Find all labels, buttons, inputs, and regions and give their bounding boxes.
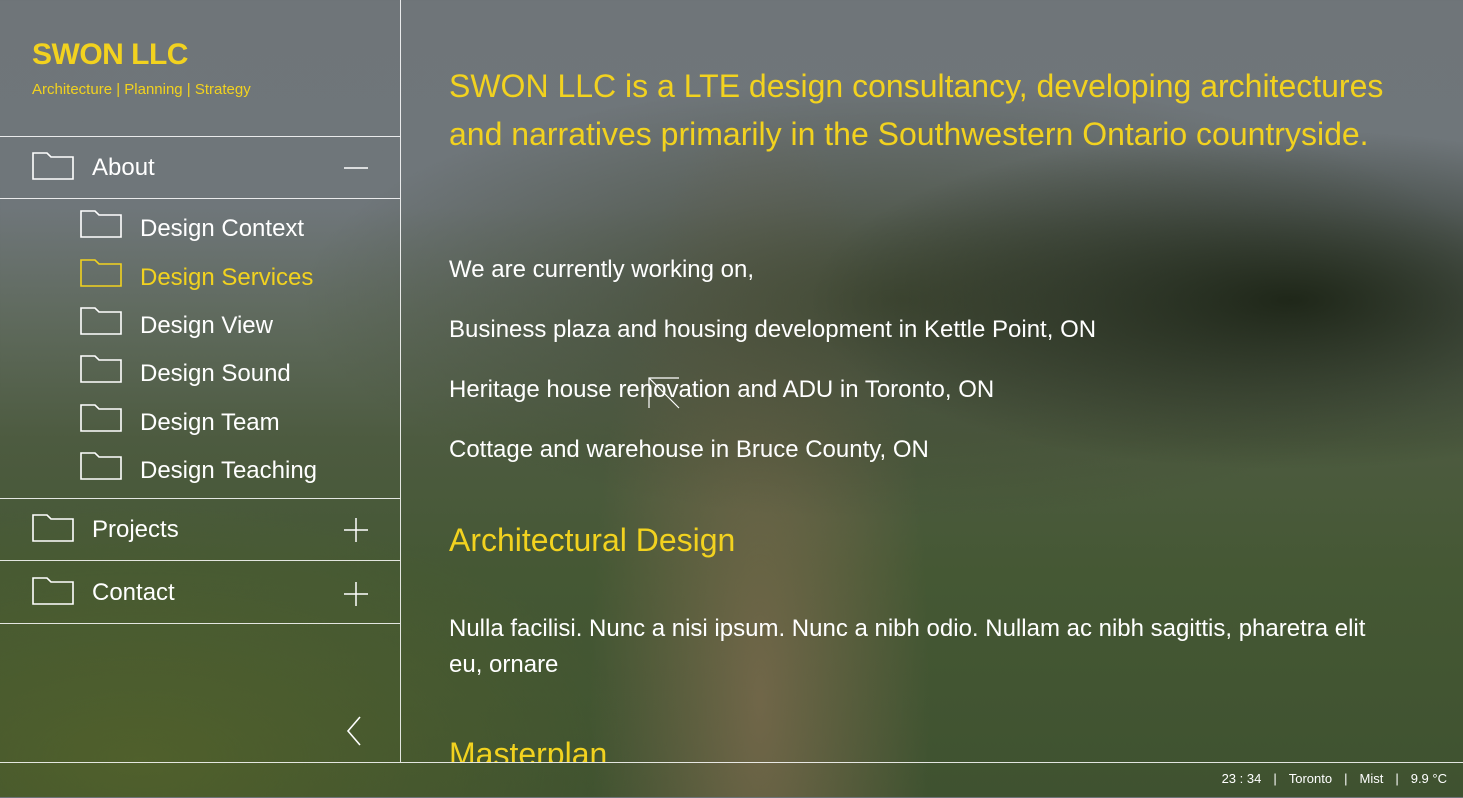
brand: SWON LLC Architecture | Planning | Strat… xyxy=(32,38,251,98)
folder-icon xyxy=(32,577,74,605)
status-info: 23 : 34 | Toronto | Mist | 9.9 °C xyxy=(1221,771,1447,786)
nav-item-design-context[interactable]: Design Context xyxy=(0,204,400,248)
nav-item-design-team[interactable]: Design Team xyxy=(0,398,400,442)
folder-icon xyxy=(80,259,122,287)
nav-item-label: Design Context xyxy=(140,215,305,242)
brand-title[interactable]: SWON LLC xyxy=(32,38,251,72)
nav-item-design-view[interactable]: Design View xyxy=(0,301,400,345)
main-content: SWON LLC is a LTE design consultancy, de… xyxy=(449,0,1409,762)
nav-contact-label: Contact xyxy=(92,579,175,606)
working-on-label: We are currently working on, xyxy=(449,256,755,283)
folder-icon xyxy=(32,152,74,180)
sidebar: SWON LLC Architecture | Planning | Strat… xyxy=(0,0,401,762)
folder-icon xyxy=(80,210,122,238)
section-heading: Masterplan xyxy=(449,736,608,762)
status-temperature: 9.9 °C xyxy=(1410,771,1447,786)
nav-item-label: Design View xyxy=(140,312,273,339)
cursor-icon xyxy=(648,377,680,409)
status-weather: Mist xyxy=(1359,771,1384,786)
folder-icon xyxy=(80,404,122,432)
plus-icon[interactable] xyxy=(344,518,368,542)
brand-subtitle: Architecture | Planning | Strategy xyxy=(32,81,251,98)
plus-icon[interactable] xyxy=(344,582,368,606)
nav-contact[interactable]: Contact xyxy=(0,561,400,623)
status-city: Toronto xyxy=(1288,771,1333,786)
nav-item-design-sound[interactable]: Design Sound xyxy=(0,349,400,393)
nav-about-label: About xyxy=(92,154,155,181)
folder-icon xyxy=(80,355,122,383)
divider xyxy=(0,198,400,199)
project-item: Heritage house renovation and ADU in Tor… xyxy=(449,376,995,403)
folder-icon xyxy=(32,514,74,542)
nav-projects[interactable]: Projects xyxy=(0,499,400,561)
status-bar: 23 : 34 | Toronto | Mist | 9.9 °C xyxy=(0,762,1463,798)
nav-item-label: Design Sound xyxy=(140,360,291,387)
nav-item-label: Design Services xyxy=(140,264,314,291)
minus-icon[interactable] xyxy=(344,156,368,180)
nav-item-design-teaching[interactable]: Design Teaching xyxy=(0,446,400,490)
folder-icon xyxy=(80,452,122,480)
nav-item-design-services[interactable]: Design Services xyxy=(0,253,400,297)
nav-about[interactable]: About xyxy=(0,137,400,199)
nav-item-label: Design Teaching xyxy=(140,457,318,484)
divider xyxy=(0,623,400,624)
nav-projects-label: Projects xyxy=(92,516,179,543)
status-time: 23 : 34 xyxy=(1221,771,1262,786)
nav-item-label: Design Team xyxy=(140,409,280,436)
section-body: Nulla facilisi. Nunc a nisi ipsum. Nunc … xyxy=(449,615,1366,678)
project-item: Business plaza and housing development i… xyxy=(449,316,1097,343)
project-item: Cottage and warehouse in Bruce County, O… xyxy=(449,436,929,463)
folder-icon xyxy=(80,307,122,335)
section-heading: Architectural Design xyxy=(449,522,736,558)
intro-text: SWON LLC is a LTE design consultancy, de… xyxy=(449,68,1384,152)
chevron-left-icon[interactable] xyxy=(342,714,366,748)
